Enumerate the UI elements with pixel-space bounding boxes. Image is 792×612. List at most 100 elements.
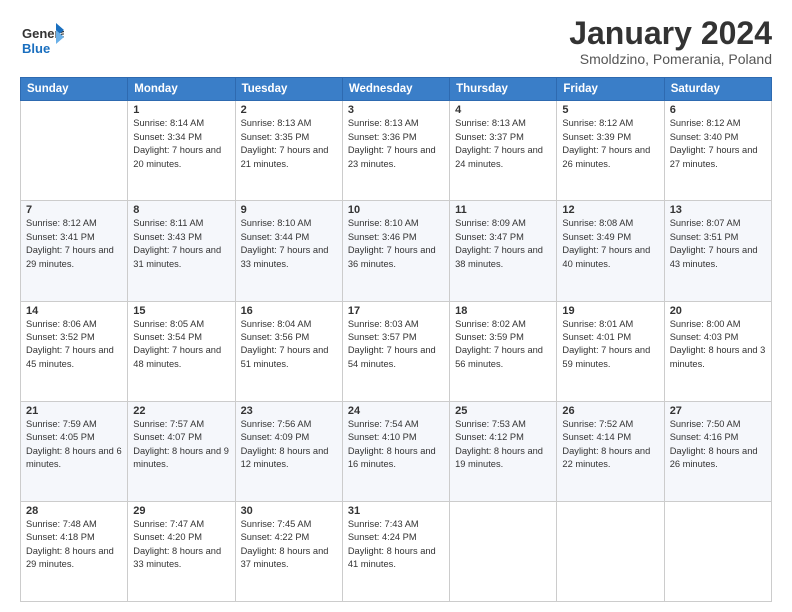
day-cell: 21Sunrise: 7:59 AMSunset: 4:05 PMDayligh…	[21, 401, 128, 501]
daylight-text: Daylight: 7 hours and 38 minutes.	[455, 244, 551, 271]
daylight-text: Daylight: 7 hours and 26 minutes.	[562, 144, 658, 171]
day-cell: 12Sunrise: 8:08 AMSunset: 3:49 PMDayligh…	[557, 201, 664, 301]
sunrise-text: Sunrise: 8:13 AM	[455, 117, 551, 130]
sunset-text: Sunset: 3:52 PM	[26, 331, 122, 344]
daylight-text: Daylight: 8 hours and 12 minutes.	[241, 445, 337, 472]
sunrise-text: Sunrise: 8:13 AM	[348, 117, 444, 130]
day-info: Sunrise: 8:12 AMSunset: 3:39 PMDaylight:…	[562, 117, 658, 171]
day-number: 3	[348, 104, 444, 116]
col-friday: Friday	[557, 78, 664, 101]
day-number: 2	[241, 104, 337, 116]
day-number: 16	[241, 305, 337, 317]
sunrise-text: Sunrise: 8:12 AM	[562, 117, 658, 130]
sunrise-text: Sunrise: 7:53 AM	[455, 418, 551, 431]
day-number: 25	[455, 405, 551, 417]
day-number: 15	[133, 305, 229, 317]
location-title: Smoldzino, Pomerania, Poland	[569, 51, 772, 67]
day-cell: 25Sunrise: 7:53 AMSunset: 4:12 PMDayligh…	[450, 401, 557, 501]
daylight-text: Daylight: 8 hours and 3 minutes.	[670, 344, 766, 371]
day-info: Sunrise: 7:48 AMSunset: 4:18 PMDaylight:…	[26, 518, 122, 572]
day-info: Sunrise: 8:13 AMSunset: 3:36 PMDaylight:…	[348, 117, 444, 171]
sunrise-text: Sunrise: 8:12 AM	[670, 117, 766, 130]
day-info: Sunrise: 8:08 AMSunset: 3:49 PMDaylight:…	[562, 217, 658, 271]
daylight-text: Daylight: 7 hours and 33 minutes.	[241, 244, 337, 271]
header-row: Sunday Monday Tuesday Wednesday Thursday…	[21, 78, 772, 101]
daylight-text: Daylight: 8 hours and 9 minutes.	[133, 445, 229, 472]
sunset-text: Sunset: 4:05 PM	[26, 431, 122, 444]
day-cell: 29Sunrise: 7:47 AMSunset: 4:20 PMDayligh…	[128, 501, 235, 601]
day-info: Sunrise: 7:45 AMSunset: 4:22 PMDaylight:…	[241, 518, 337, 572]
sunset-text: Sunset: 4:09 PM	[241, 431, 337, 444]
sunrise-text: Sunrise: 8:06 AM	[26, 318, 122, 331]
daylight-text: Daylight: 8 hours and 6 minutes.	[26, 445, 122, 472]
day-cell: 14Sunrise: 8:06 AMSunset: 3:52 PMDayligh…	[21, 301, 128, 401]
sunset-text: Sunset: 3:40 PM	[670, 131, 766, 144]
daylight-text: Daylight: 8 hours and 26 minutes.	[670, 445, 766, 472]
day-info: Sunrise: 8:09 AMSunset: 3:47 PMDaylight:…	[455, 217, 551, 271]
day-info: Sunrise: 7:53 AMSunset: 4:12 PMDaylight:…	[455, 418, 551, 472]
day-number: 22	[133, 405, 229, 417]
week-row-1: 7Sunrise: 8:12 AMSunset: 3:41 PMDaylight…	[21, 201, 772, 301]
daylight-text: Daylight: 8 hours and 22 minutes.	[562, 445, 658, 472]
sunset-text: Sunset: 3:49 PM	[562, 231, 658, 244]
title-area: January 2024 Smoldzino, Pomerania, Polan…	[569, 16, 772, 67]
day-info: Sunrise: 8:11 AMSunset: 3:43 PMDaylight:…	[133, 217, 229, 271]
sunrise-text: Sunrise: 7:48 AM	[26, 518, 122, 531]
sunrise-text: Sunrise: 8:10 AM	[348, 217, 444, 230]
sunrise-text: Sunrise: 8:05 AM	[133, 318, 229, 331]
daylight-text: Daylight: 7 hours and 59 minutes.	[562, 344, 658, 371]
daylight-text: Daylight: 8 hours and 41 minutes.	[348, 545, 444, 572]
day-number: 14	[26, 305, 122, 317]
sunrise-text: Sunrise: 7:59 AM	[26, 418, 122, 431]
sunrise-text: Sunrise: 7:54 AM	[348, 418, 444, 431]
sunrise-text: Sunrise: 7:47 AM	[133, 518, 229, 531]
sunrise-text: Sunrise: 7:43 AM	[348, 518, 444, 531]
day-info: Sunrise: 7:57 AMSunset: 4:07 PMDaylight:…	[133, 418, 229, 472]
day-info: Sunrise: 8:02 AMSunset: 3:59 PMDaylight:…	[455, 318, 551, 372]
day-info: Sunrise: 8:05 AMSunset: 3:54 PMDaylight:…	[133, 318, 229, 372]
day-info: Sunrise: 8:13 AMSunset: 3:37 PMDaylight:…	[455, 117, 551, 171]
day-info: Sunrise: 7:59 AMSunset: 4:05 PMDaylight:…	[26, 418, 122, 472]
sunrise-text: Sunrise: 8:12 AM	[26, 217, 122, 230]
day-cell: 22Sunrise: 7:57 AMSunset: 4:07 PMDayligh…	[128, 401, 235, 501]
day-cell: 7Sunrise: 8:12 AMSunset: 3:41 PMDaylight…	[21, 201, 128, 301]
day-cell	[450, 501, 557, 601]
daylight-text: Daylight: 8 hours and 29 minutes.	[26, 545, 122, 572]
sunset-text: Sunset: 4:07 PM	[133, 431, 229, 444]
col-wednesday: Wednesday	[342, 78, 449, 101]
sunrise-text: Sunrise: 8:10 AM	[241, 217, 337, 230]
sunrise-text: Sunrise: 8:01 AM	[562, 318, 658, 331]
day-cell: 30Sunrise: 7:45 AMSunset: 4:22 PMDayligh…	[235, 501, 342, 601]
day-number: 10	[348, 204, 444, 216]
col-thursday: Thursday	[450, 78, 557, 101]
sunrise-text: Sunrise: 7:57 AM	[133, 418, 229, 431]
day-number: 20	[670, 305, 766, 317]
sunset-text: Sunset: 4:10 PM	[348, 431, 444, 444]
day-cell: 6Sunrise: 8:12 AMSunset: 3:40 PMDaylight…	[664, 101, 771, 201]
logo: General Blue	[20, 16, 64, 62]
day-cell: 28Sunrise: 7:48 AMSunset: 4:18 PMDayligh…	[21, 501, 128, 601]
day-cell: 19Sunrise: 8:01 AMSunset: 4:01 PMDayligh…	[557, 301, 664, 401]
day-cell: 11Sunrise: 8:09 AMSunset: 3:47 PMDayligh…	[450, 201, 557, 301]
sunset-text: Sunset: 3:39 PM	[562, 131, 658, 144]
day-number: 27	[670, 405, 766, 417]
day-cell: 23Sunrise: 7:56 AMSunset: 4:09 PMDayligh…	[235, 401, 342, 501]
day-cell: 10Sunrise: 8:10 AMSunset: 3:46 PMDayligh…	[342, 201, 449, 301]
sunset-text: Sunset: 3:56 PM	[241, 331, 337, 344]
day-number: 17	[348, 305, 444, 317]
sunrise-text: Sunrise: 8:11 AM	[133, 217, 229, 230]
day-cell: 15Sunrise: 8:05 AMSunset: 3:54 PMDayligh…	[128, 301, 235, 401]
sunrise-text: Sunrise: 7:45 AM	[241, 518, 337, 531]
sunset-text: Sunset: 4:24 PM	[348, 531, 444, 544]
daylight-text: Daylight: 8 hours and 37 minutes.	[241, 545, 337, 572]
day-cell: 8Sunrise: 8:11 AMSunset: 3:43 PMDaylight…	[128, 201, 235, 301]
week-row-0: 1Sunrise: 8:14 AMSunset: 3:34 PMDaylight…	[21, 101, 772, 201]
day-cell: 16Sunrise: 8:04 AMSunset: 3:56 PMDayligh…	[235, 301, 342, 401]
day-number: 6	[670, 104, 766, 116]
day-cell: 4Sunrise: 8:13 AMSunset: 3:37 PMDaylight…	[450, 101, 557, 201]
day-info: Sunrise: 8:10 AMSunset: 3:44 PMDaylight:…	[241, 217, 337, 271]
page: General Blue January 2024 Smoldzino, Pom…	[0, 0, 792, 612]
sunset-text: Sunset: 4:12 PM	[455, 431, 551, 444]
sunset-text: Sunset: 3:36 PM	[348, 131, 444, 144]
sunset-text: Sunset: 3:59 PM	[455, 331, 551, 344]
